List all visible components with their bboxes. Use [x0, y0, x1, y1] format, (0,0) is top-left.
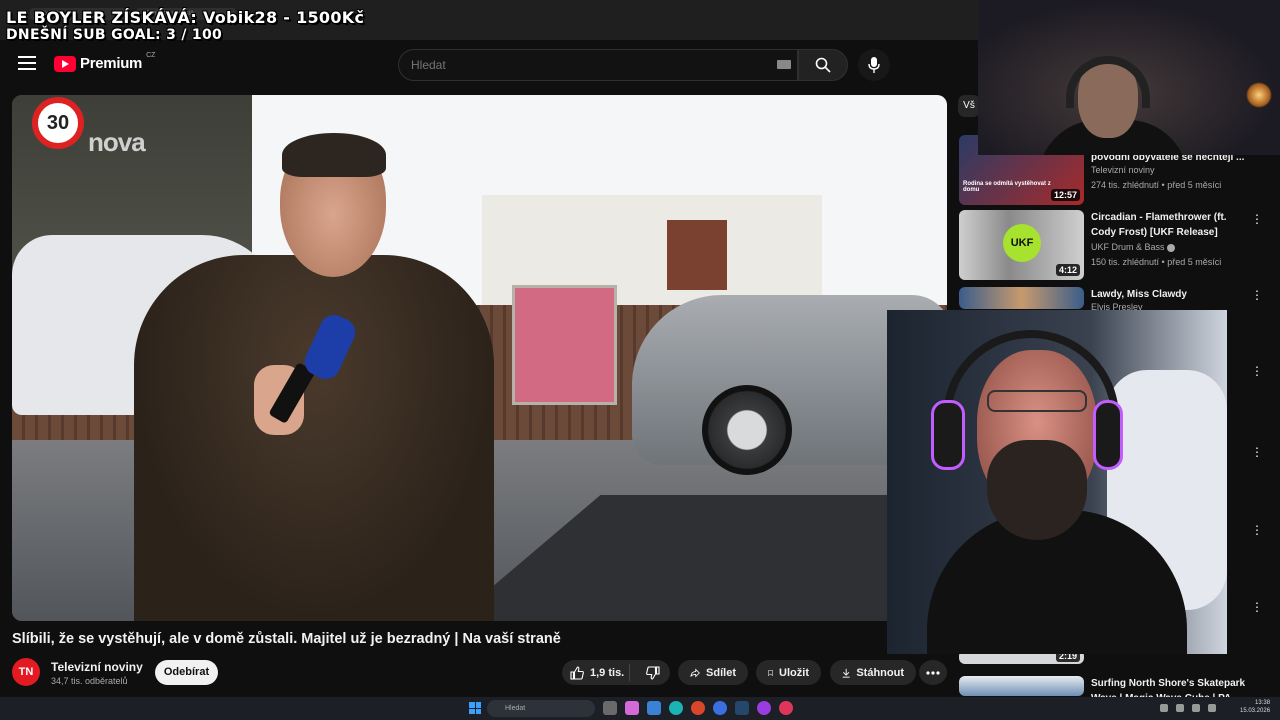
- youtube-header: Premium CZ: [0, 40, 978, 90]
- video-duration: 12:57: [1050, 189, 1080, 201]
- download-icon: [842, 668, 850, 678]
- screen: YouTube Slíbili, že se vystě LE BOYLER Z…: [0, 0, 1280, 720]
- save-label: Uložit: [779, 666, 809, 679]
- recommendation-meta: 150 tis. zhlédnutí • před 5 měsíci: [1091, 257, 1222, 267]
- windows-taskbar: Hledat 13:38 15.03.2026: [0, 697, 1280, 720]
- download-label: Stáhnout: [856, 666, 904, 679]
- battery-icon[interactable]: [1208, 704, 1216, 712]
- video-duration: 4:12: [1055, 264, 1080, 276]
- steam-icon[interactable]: [735, 701, 749, 715]
- headset-icon: [1066, 56, 1150, 108]
- webcam-streamer: [887, 310, 1227, 654]
- app-icon[interactable]: [757, 701, 771, 715]
- verified-icon: [1167, 243, 1176, 252]
- more-vert-icon[interactable]: ⋮: [1251, 445, 1263, 459]
- streamer-beard: [987, 440, 1087, 540]
- windows-start-icon[interactable]: [469, 702, 481, 714]
- share-button[interactable]: Sdílet: [678, 660, 748, 685]
- recommendation-thumbnail[interactable]: [959, 287, 1084, 309]
- recommendation-thumbnail[interactable]: [959, 676, 1084, 696]
- headphone-right: [1093, 400, 1123, 470]
- recommendation-thumbnail[interactable]: UKF 4:12: [959, 210, 1084, 280]
- taskbar-search[interactable]: Hledat: [487, 700, 595, 717]
- recommendation-channel[interactable]: UKF Drum & Bass: [1091, 242, 1176, 252]
- search-box: [398, 49, 798, 81]
- share-icon: [690, 667, 700, 678]
- volume-icon[interactable]: [1192, 704, 1200, 712]
- more-vert-icon[interactable]: ⋮: [1251, 364, 1263, 378]
- share-label: Sdílet: [706, 666, 736, 679]
- filter-chip[interactable]: Vš: [958, 95, 980, 117]
- task-view-icon[interactable]: [603, 701, 617, 715]
- thumbs-up-icon: [570, 665, 584, 680]
- youtube-logo[interactable]: Premium CZ: [54, 52, 156, 72]
- menu-icon[interactable]: [18, 56, 36, 70]
- download-button[interactable]: Stáhnout: [830, 660, 916, 685]
- thumbs-down-icon: [646, 665, 660, 680]
- more-horizontal-icon: [926, 670, 940, 675]
- donation-line: LE BOYLER ZÍSKÁVÁ: Vobik28 - 1500Kč: [6, 8, 365, 27]
- app-icon[interactable]: [647, 701, 661, 715]
- clock-time: 13:38: [1255, 700, 1271, 706]
- more-vert-icon[interactable]: ⋮: [1251, 288, 1263, 302]
- chevron-up-icon[interactable]: [1160, 704, 1168, 712]
- lamp-light: [1246, 82, 1272, 108]
- stream-overlay: LE BOYLER ZÍSKÁVÁ: Vobik28 - 1500Kč DNEŠ…: [6, 8, 364, 43]
- channel-name[interactable]: Televizní noviny: [51, 660, 143, 674]
- recommendation-meta: 274 tis. zhlédnutí • před 5 měsíci: [1091, 180, 1222, 190]
- microphone-icon: [868, 57, 880, 73]
- taskbar-clock[interactable]: 13:38 15.03.2026: [1240, 699, 1270, 715]
- ukf-logo: UKF: [1003, 224, 1041, 262]
- like-button[interactable]: 1,9 tis.: [562, 664, 631, 681]
- logo-region: CZ: [146, 52, 156, 59]
- thumbnail-caption: Rodina se odmítá vystěhovat z domu: [963, 181, 1051, 193]
- channel-avatar[interactable]: TN: [12, 658, 40, 686]
- scene-door: [667, 220, 727, 290]
- sub-goal-line: DNEŠNÍ SUB GOAL: 3 / 100: [6, 27, 223, 43]
- app-icon[interactable]: [625, 701, 639, 715]
- save-button[interactable]: Uložit: [756, 660, 821, 685]
- more-actions-button[interactable]: [919, 660, 947, 685]
- reporter-jacket: [134, 255, 494, 621]
- chrome-icon[interactable]: [691, 701, 705, 715]
- speed-sign: 30: [32, 97, 84, 149]
- logo-text: Premium: [80, 55, 143, 72]
- webcam-guest: [978, 0, 1280, 155]
- taskbar-apps: [603, 701, 793, 715]
- recommendation-item[interactable]: UKF 4:12 Circadian - Flamethrower (ft. C…: [958, 210, 1268, 284]
- recommendation-title[interactable]: Circadian - Flamethrower (ft. Cody Frost…: [1091, 210, 1251, 240]
- more-vert-icon[interactable]: ⋮: [1251, 523, 1263, 537]
- channel-label: UKF Drum & Bass: [1091, 242, 1165, 252]
- like-count: 1,9 tis.: [590, 666, 625, 679]
- headphone-left: [931, 400, 965, 470]
- search-icon: [815, 57, 831, 73]
- headphone-band: [943, 330, 1119, 420]
- subscriber-count: 34,7 tis. odběratelů: [51, 676, 128, 686]
- subscribe-button[interactable]: Odebírat: [155, 660, 218, 685]
- voice-search-button[interactable]: [858, 49, 890, 81]
- recommendation-title[interactable]: Lawdy, Miss Clawdy: [1091, 287, 1251, 302]
- scene-wheel: [702, 385, 792, 475]
- youtube-play-icon: [54, 55, 76, 72]
- keyboard-icon[interactable]: [777, 60, 791, 69]
- reporter-hair: [282, 133, 386, 177]
- search-input[interactable]: [411, 50, 751, 80]
- recommendation-channel[interactable]: Televizní noviny: [1091, 165, 1155, 175]
- like-dislike-group: 1,9 tis.: [562, 660, 670, 685]
- app-icon[interactable]: [713, 701, 727, 715]
- bookmark-icon: [768, 669, 773, 676]
- dislike-button[interactable]: [636, 665, 670, 680]
- video-player[interactable]: 30 nova: [12, 95, 947, 621]
- app-icon[interactable]: [779, 701, 793, 715]
- nova-watermark: nova: [88, 127, 146, 157]
- scene-gate: [512, 285, 617, 405]
- clock-date: 15.03.2026: [1240, 708, 1271, 714]
- system-tray: [1160, 704, 1216, 712]
- video-title: Slíbili, že se vystěhují, ale v domě zůs…: [12, 631, 561, 647]
- network-icon[interactable]: [1176, 704, 1184, 712]
- edge-icon[interactable]: [669, 701, 683, 715]
- search-button[interactable]: [798, 49, 848, 81]
- more-vert-icon[interactable]: ⋮: [1251, 212, 1263, 226]
- more-vert-icon[interactable]: ⋮: [1251, 600, 1263, 614]
